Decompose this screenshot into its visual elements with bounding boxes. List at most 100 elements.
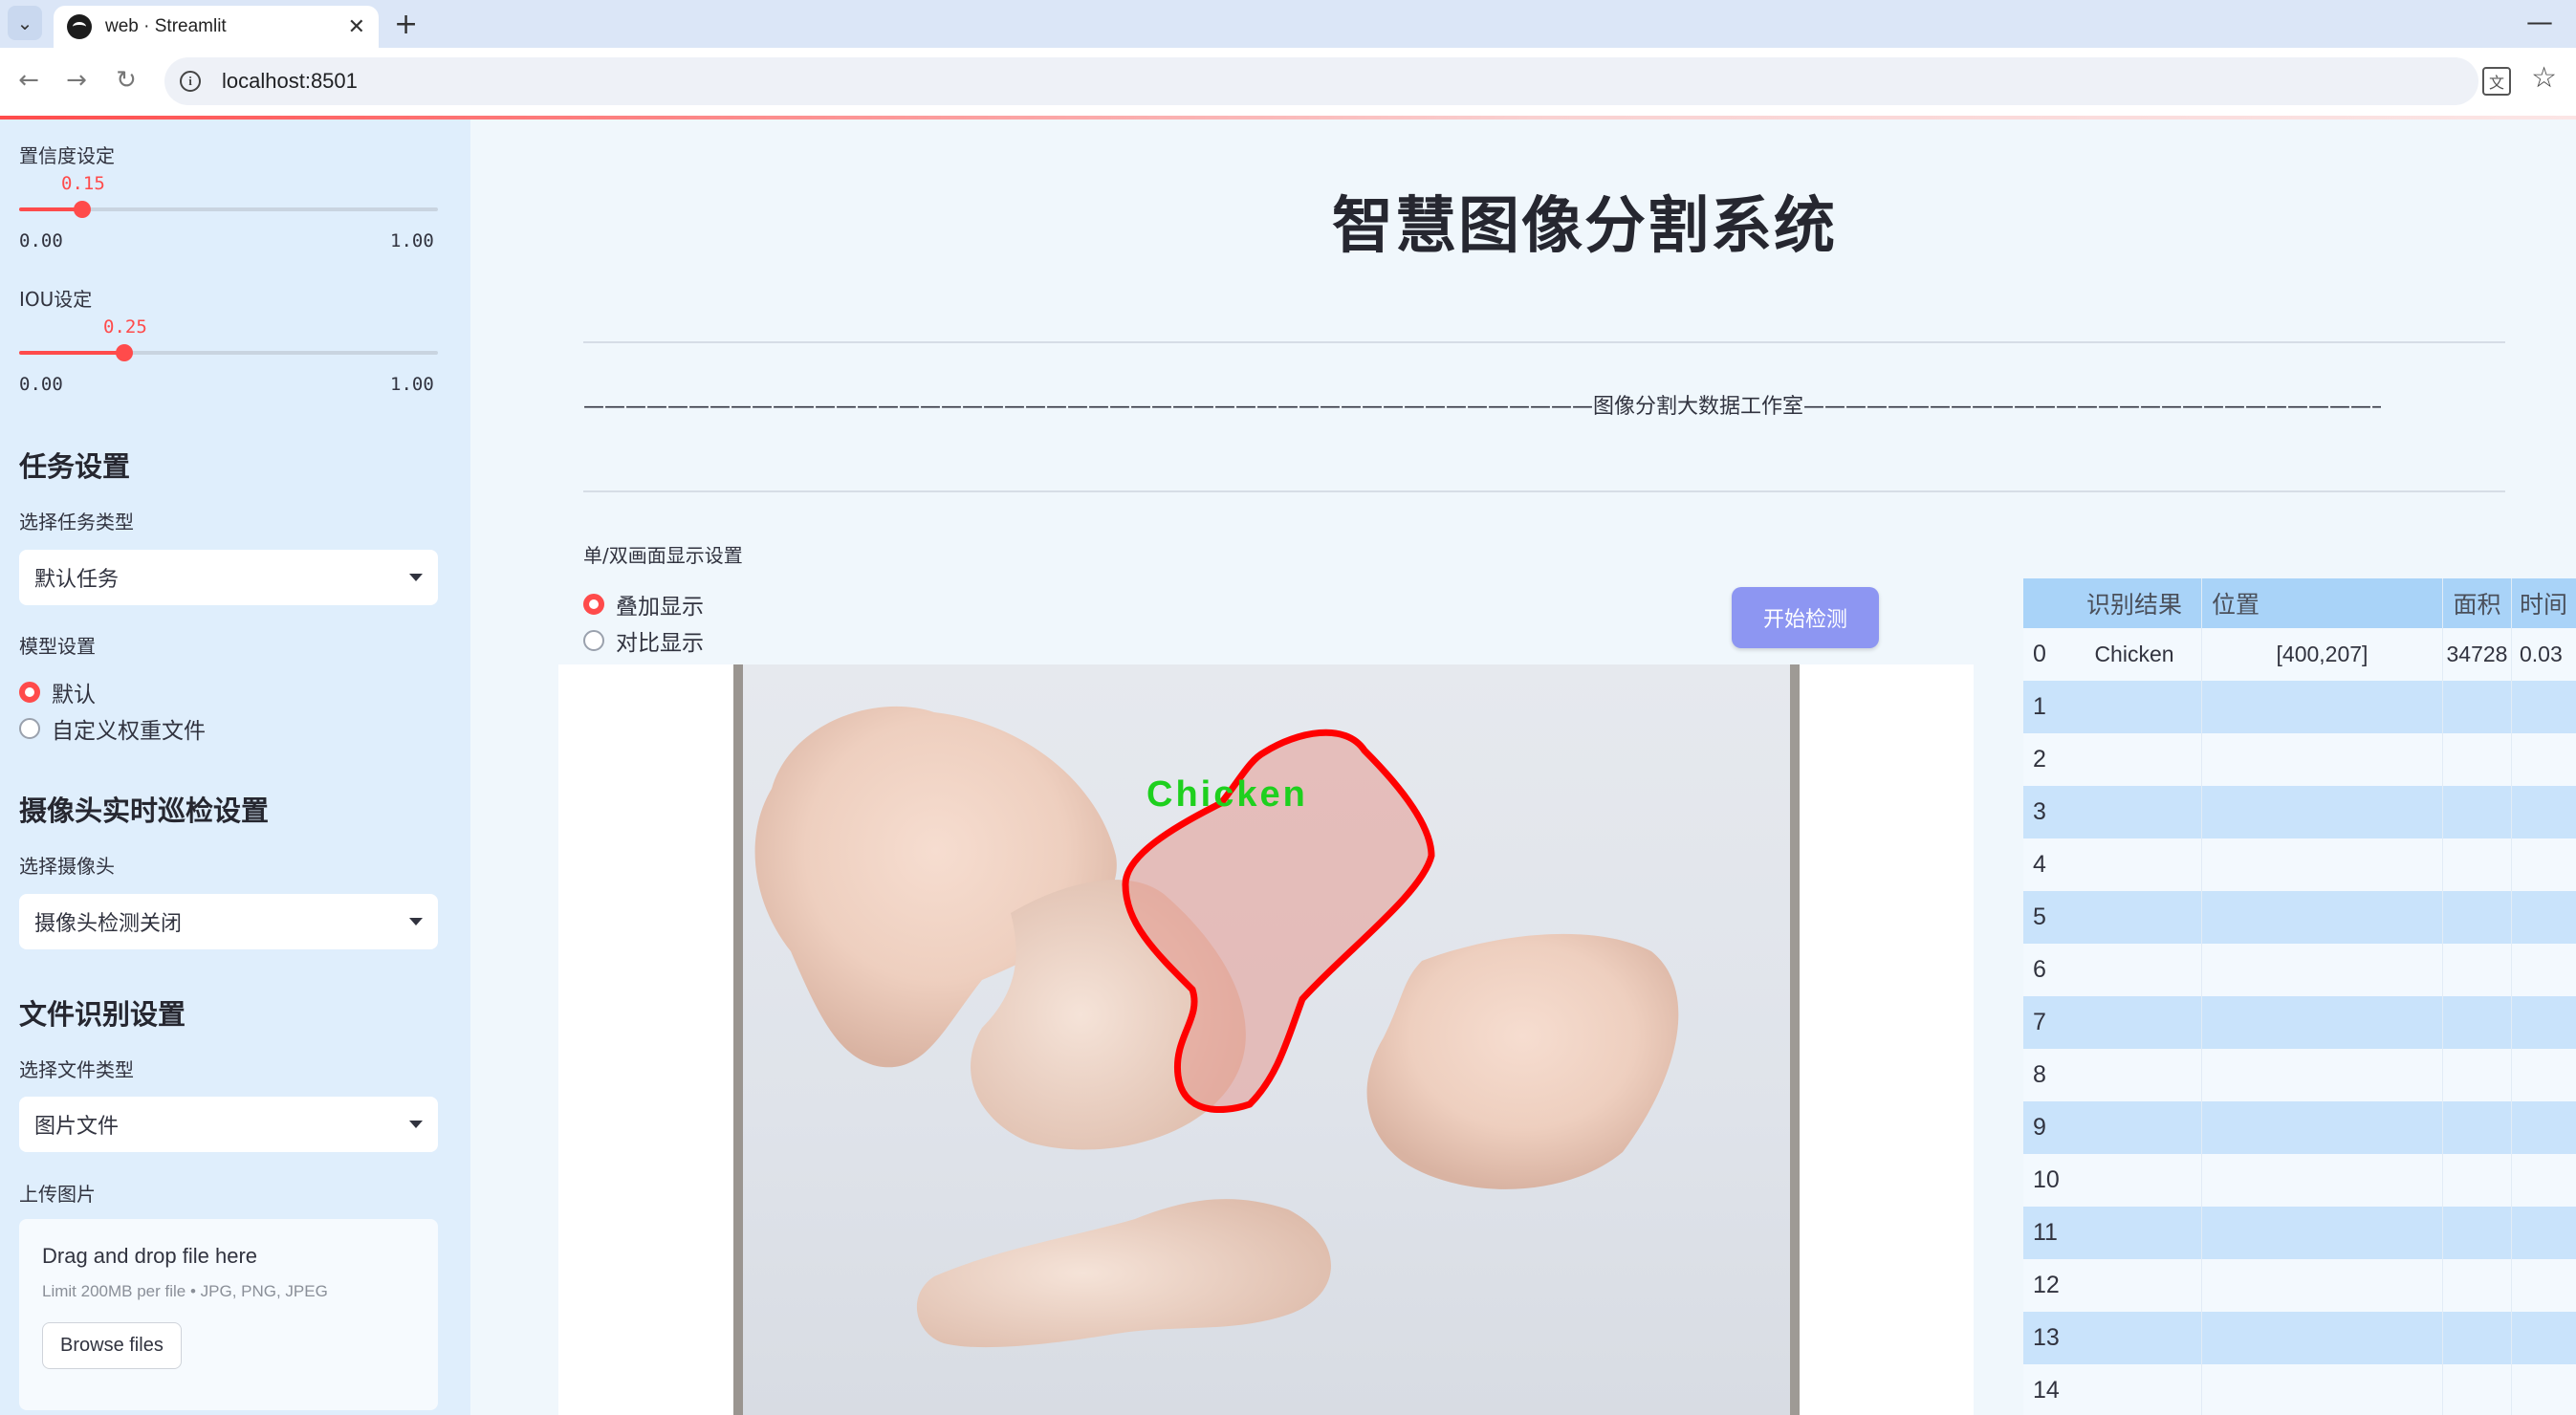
- translate-icon[interactable]: 文: [2482, 67, 2511, 96]
- dropzone-title: Drag and drop file here: [42, 1244, 258, 1268]
- model-settings-label: 模型设置: [19, 635, 96, 658]
- camera-select[interactable]: 摄像头检测关闭: [19, 894, 438, 949]
- chicken-piece: [916, 1199, 1331, 1348]
- file-type-select[interactable]: 图片文件: [19, 1097, 438, 1152]
- table-row[interactable]: 10: [2023, 1154, 2576, 1207]
- bookmark-star-icon[interactable]: ☆: [2531, 61, 2557, 95]
- header-area[interactable]: 面积: [2442, 578, 2511, 628]
- table-row[interactable]: 13: [2023, 1312, 2576, 1364]
- iou-label: IOU设定: [19, 288, 93, 311]
- table-cell: [400,207]: [2201, 628, 2442, 681]
- table-cell: [2511, 996, 2576, 1049]
- table-row[interactable]: 14: [2023, 1364, 2576, 1415]
- model-option-custom[interactable]: 自定义权重文件: [19, 712, 206, 745]
- table-cell: [2201, 1049, 2442, 1101]
- radio-unselected-icon[interactable]: [19, 718, 40, 739]
- table-cell: 14: [2033, 1377, 2060, 1404]
- browser-tab-bar: ⌄ web · Streamlit ✕ + —: [0, 0, 2576, 48]
- table-cell: 0: [2033, 641, 2046, 667]
- table-cell: 11: [2033, 1219, 2058, 1246]
- table-row[interactable]: 3: [2023, 786, 2576, 838]
- segmentation-result-image: Chicken: [733, 664, 1800, 1415]
- site-info-icon[interactable]: i: [180, 71, 201, 92]
- table-row[interactable]: 11: [2023, 1207, 2576, 1259]
- chevron-down-icon: [409, 574, 423, 581]
- browse-files-button[interactable]: Browse files: [42, 1322, 182, 1369]
- table-cell: [2442, 1364, 2511, 1415]
- table-row[interactable]: 9: [2023, 1101, 2576, 1154]
- browser-tab[interactable]: web · Streamlit ✕: [54, 6, 379, 48]
- table-cell: [2442, 1049, 2511, 1101]
- task-type-label: 选择任务类型: [19, 511, 134, 533]
- close-icon[interactable]: ✕: [348, 15, 365, 39]
- header-result[interactable]: 识别结果: [2067, 586, 2201, 620]
- start-detection-button[interactable]: 开始检测: [1732, 587, 1879, 648]
- forward-icon[interactable]: →: [57, 61, 96, 99]
- task-type-select[interactable]: 默认任务: [19, 550, 438, 605]
- table-row[interactable]: 7: [2023, 996, 2576, 1049]
- table-cell: [2511, 1154, 2576, 1207]
- address-bar: ← → ↻ i localhost:8501 文 ☆: [0, 48, 2576, 117]
- table-row[interactable]: 2: [2023, 733, 2576, 786]
- file-type-label: 选择文件类型: [19, 1058, 134, 1081]
- file-dropzone[interactable]: Drag and drop file here Limit 200MB per …: [19, 1219, 438, 1410]
- back-icon[interactable]: ←: [10, 61, 48, 99]
- iou-max: 1.00: [390, 374, 434, 395]
- table-row[interactable]: 5: [2023, 891, 2576, 944]
- model-option-default[interactable]: 默认: [19, 676, 96, 708]
- table-row[interactable]: 1: [2023, 681, 2576, 733]
- confidence-slider[interactable]: [19, 201, 438, 218]
- table-row[interactable]: 0 Chicken [400,207] 34728 0.03: [2023, 628, 2576, 681]
- results-table[interactable]: 识别结果 位置 面积 时间 0 Chicken [400,207] 34728 0.03…: [2023, 578, 2576, 1415]
- table-cell: [2442, 786, 2511, 838]
- divider: [583, 341, 2505, 343]
- table-cell: [2511, 838, 2576, 891]
- streamlit-logo-icon: [67, 14, 92, 39]
- table-cell: [2201, 1312, 2442, 1364]
- url-text: localhost:8501: [222, 69, 358, 93]
- confidence-slider-thumb[interactable]: [74, 201, 91, 218]
- radio-selected-icon[interactable]: [19, 682, 40, 703]
- chicken-photo-illustration: Chicken: [754, 706, 1679, 1348]
- table-cell: [2442, 996, 2511, 1049]
- tab-title: web · Streamlit: [105, 16, 227, 36]
- display-option-overlay[interactable]: 叠加显示: [583, 588, 704, 620]
- table-cell: [2511, 681, 2576, 733]
- table-cell: [2442, 838, 2511, 891]
- table-cell: [2511, 891, 2576, 944]
- table-cell: [2442, 1312, 2511, 1364]
- display-option-label: 叠加显示: [616, 595, 704, 620]
- display-mode-label: 单/双画面显示设置: [583, 544, 743, 567]
- display-option-compare[interactable]: 对比显示: [583, 624, 704, 657]
- tab-list-dropdown-icon[interactable]: ⌄: [8, 6, 42, 40]
- table-cell: 10: [2033, 1166, 2060, 1193]
- sidebar: 置信度设定 0.15 0.00 1.00 IOU设定 0.25 0.00 1.0…: [0, 120, 470, 1415]
- table-cell: [2511, 1049, 2576, 1101]
- iou-slider[interactable]: [19, 344, 438, 361]
- url-input[interactable]: i localhost:8501: [164, 57, 2478, 105]
- minimize-icon[interactable]: —: [2526, 6, 2553, 37]
- header-time[interactable]: 时间: [2511, 578, 2576, 628]
- reload-icon[interactable]: ↻: [107, 61, 145, 99]
- radio-unselected-icon[interactable]: [583, 630, 604, 651]
- iou-slider-thumb[interactable]: [116, 344, 133, 361]
- task-settings-heading: 任务设置: [19, 450, 131, 483]
- confidence-value: 0.15: [61, 173, 105, 194]
- table-cell: 5: [2033, 903, 2046, 930]
- radio-selected-icon[interactable]: [583, 594, 604, 615]
- table-cell: [2201, 996, 2442, 1049]
- table-row[interactable]: 4: [2023, 838, 2576, 891]
- file-type-value: 图片文件: [34, 1115, 120, 1139]
- iou-slider-fill: [19, 351, 124, 355]
- table-row[interactable]: 12: [2023, 1259, 2576, 1312]
- header-position[interactable]: 位置: [2201, 578, 2442, 628]
- table-row[interactable]: 6: [2023, 944, 2576, 996]
- table-cell: 13: [2033, 1324, 2060, 1351]
- table-cell: [2201, 1364, 2442, 1415]
- confidence-max: 1.00: [390, 230, 434, 251]
- confidence-label: 置信度设定: [19, 144, 115, 167]
- table-row[interactable]: 8: [2023, 1049, 2576, 1101]
- dropzone-subtitle: Limit 200MB per file • JPG, PNG, JPEG: [42, 1282, 328, 1300]
- new-tab-icon[interactable]: +: [394, 8, 418, 41]
- table-cell: 1: [2033, 693, 2046, 720]
